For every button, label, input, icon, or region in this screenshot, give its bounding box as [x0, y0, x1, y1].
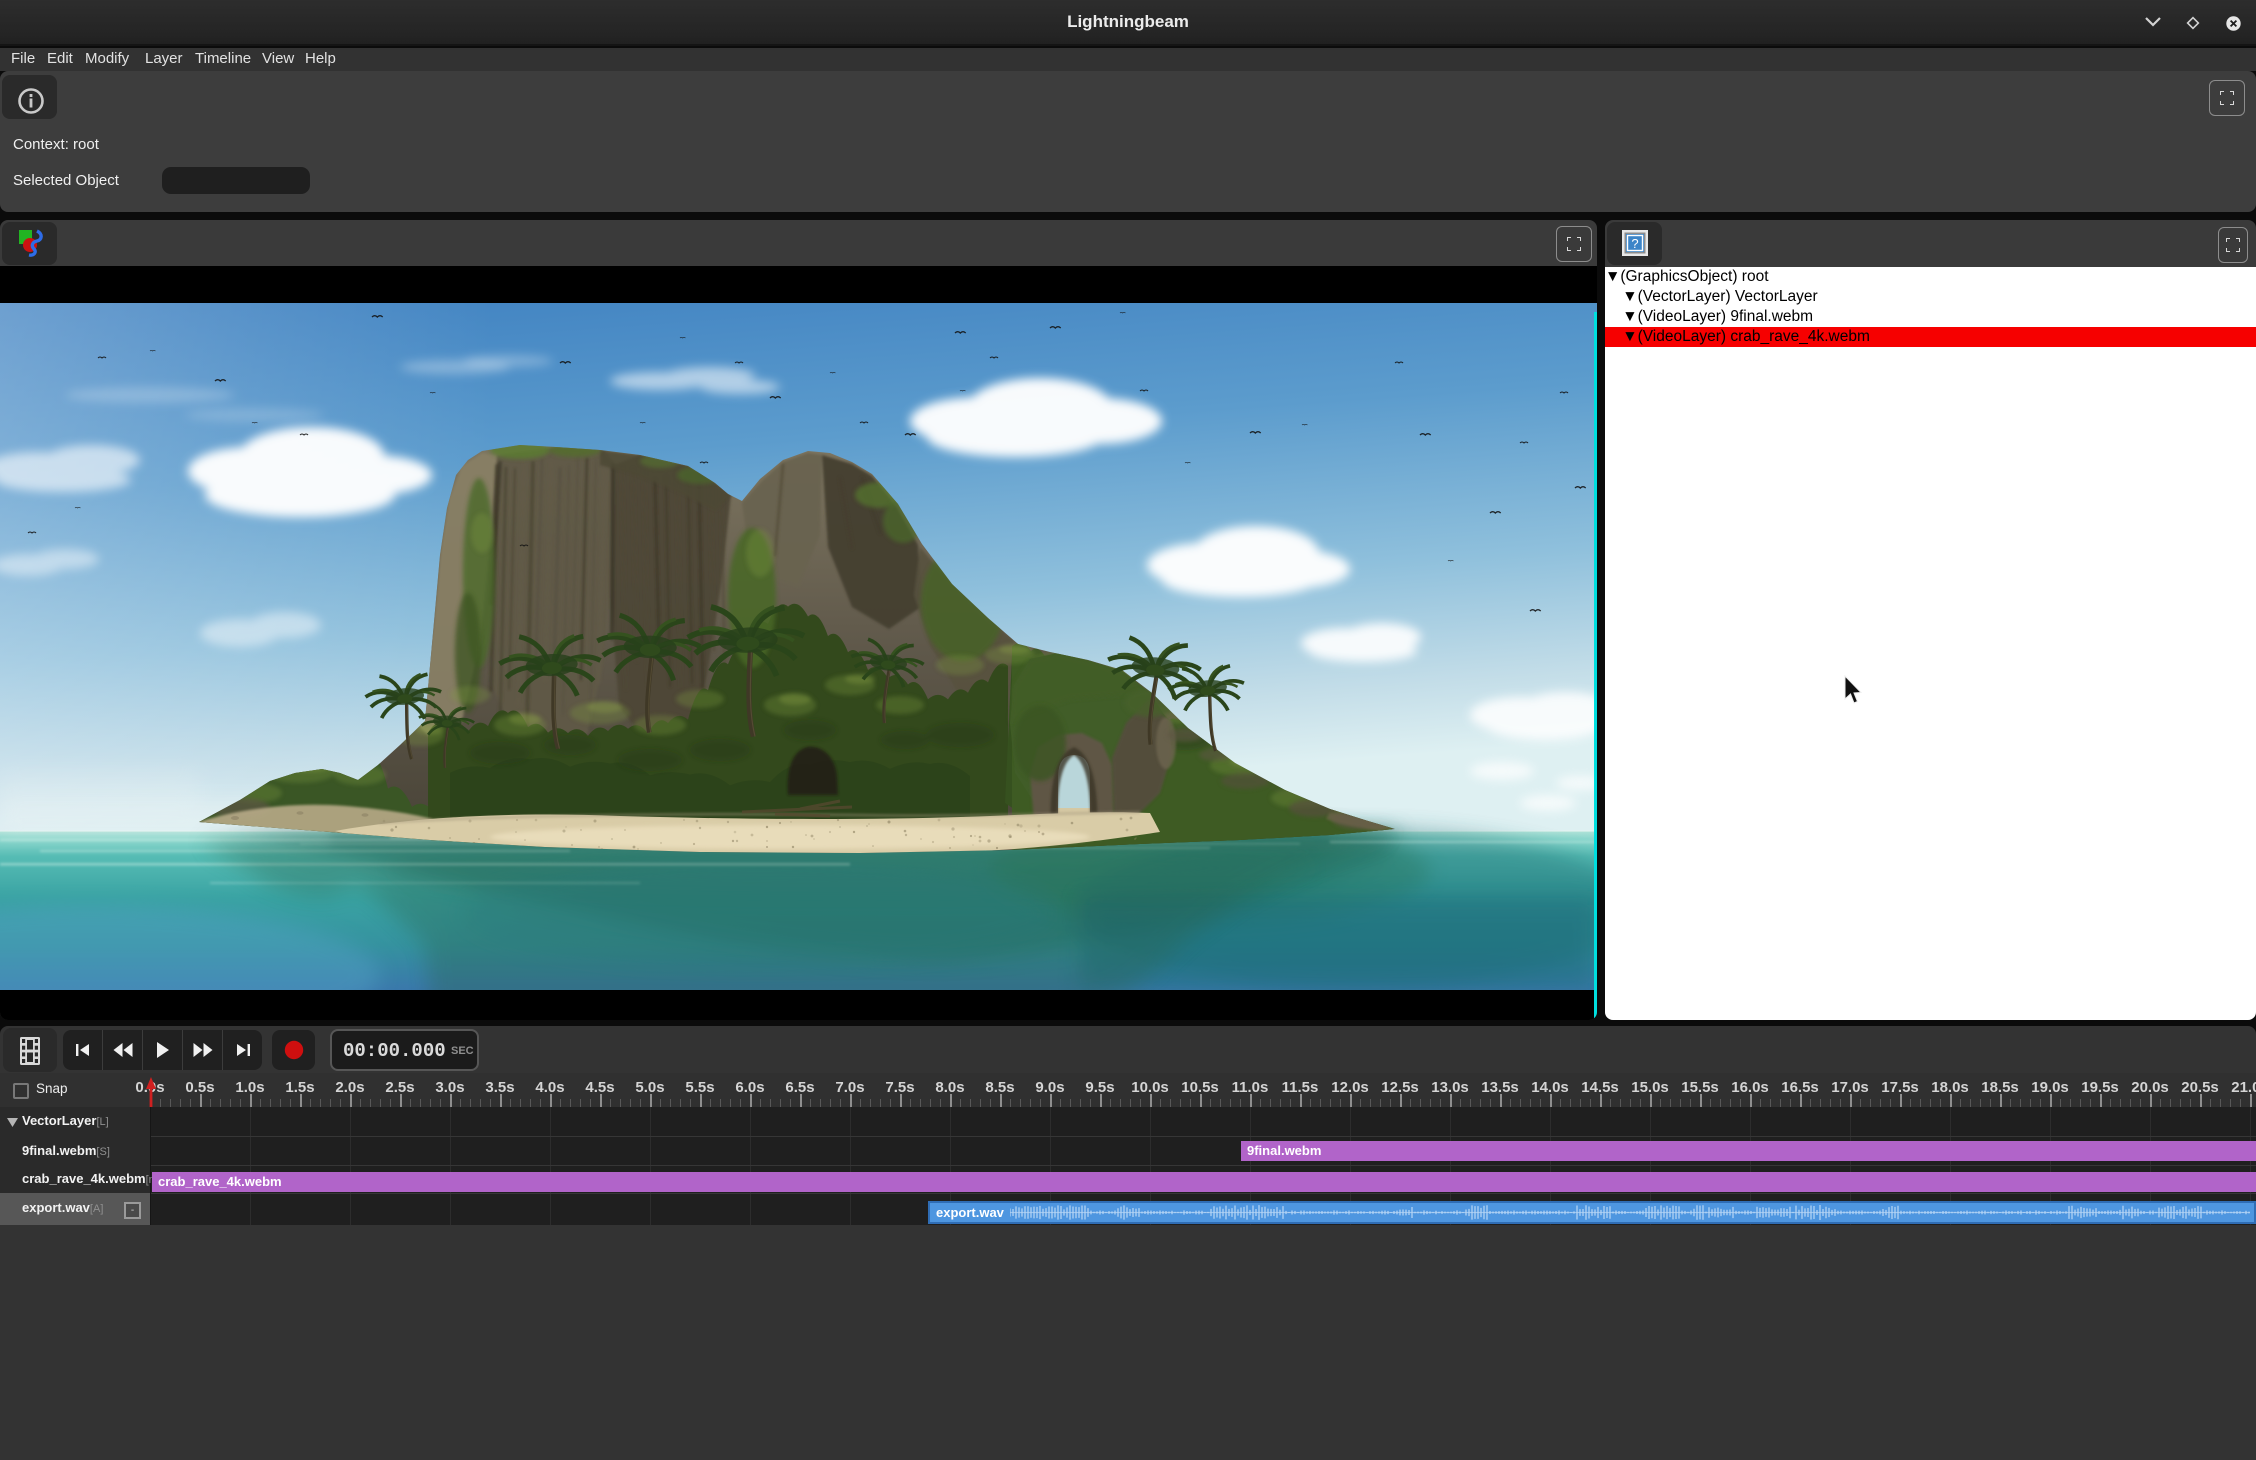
svg-text:?: ? — [1631, 236, 1638, 251]
